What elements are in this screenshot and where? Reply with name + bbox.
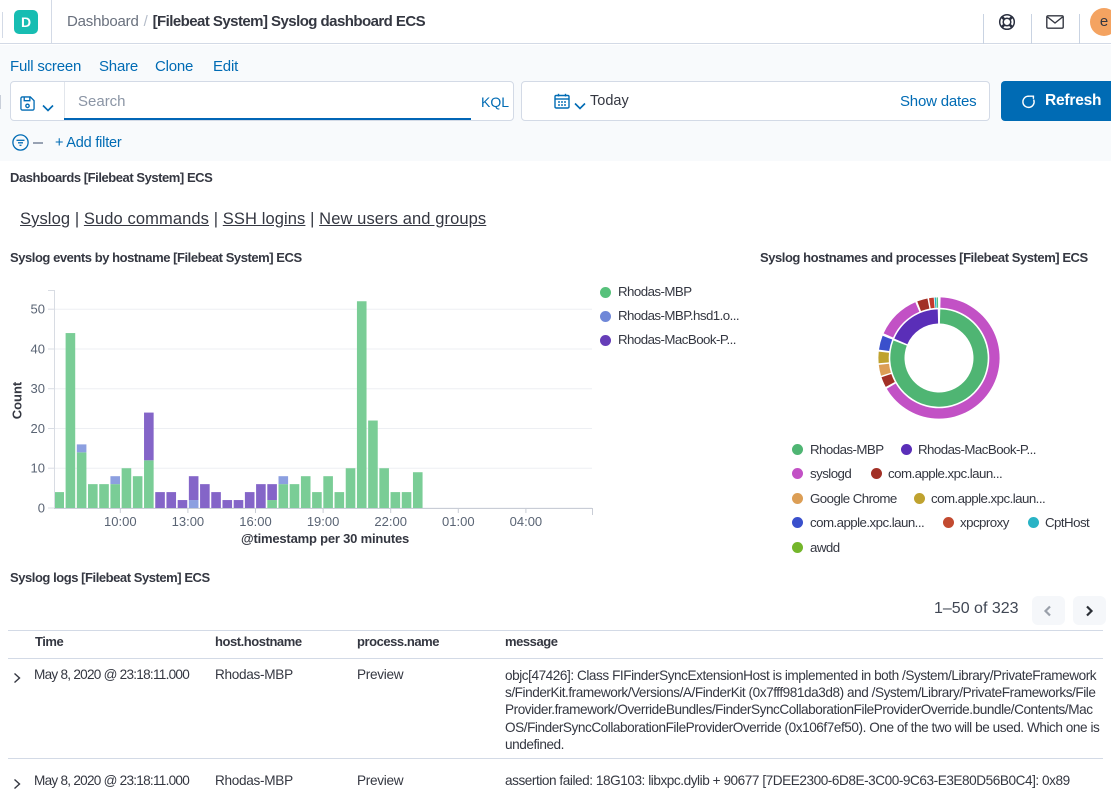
svg-text:13:00: 13:00 [172,514,205,529]
svg-text:0: 0 [38,501,45,516]
svg-text:16:00: 16:00 [239,514,272,529]
svg-text:20: 20 [31,421,45,436]
svg-text:19:00: 19:00 [307,514,340,529]
svg-text:30: 30 [31,381,45,396]
svg-text:50: 50 [31,302,45,317]
svg-text:01:00: 01:00 [442,514,475,529]
svg-text:04:00: 04:00 [510,514,543,529]
svg-text:10: 10 [31,461,45,476]
svg-text:40: 40 [31,342,45,357]
svg-text:22:00: 22:00 [374,514,407,529]
svg-text:10:00: 10:00 [104,514,137,529]
